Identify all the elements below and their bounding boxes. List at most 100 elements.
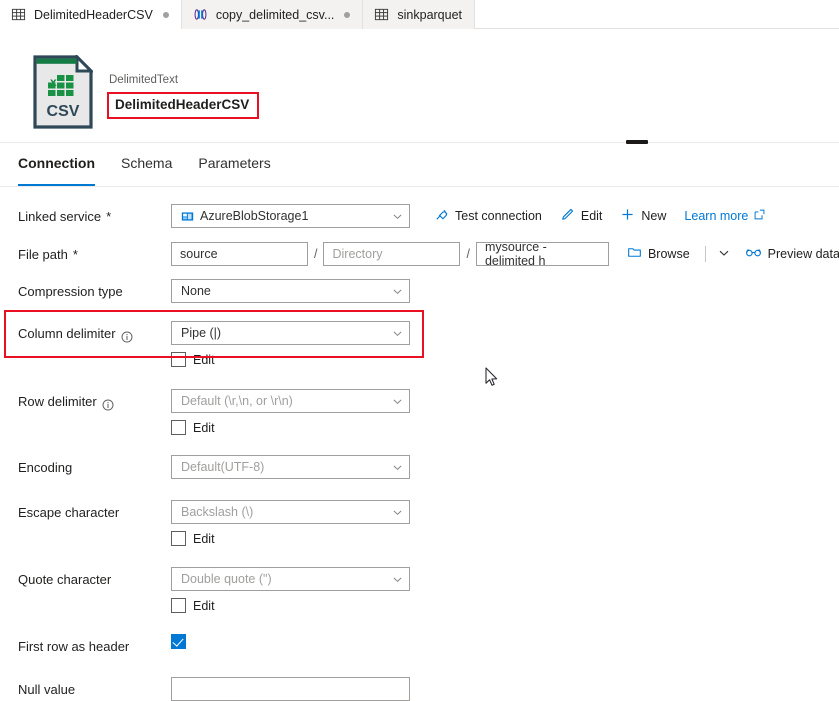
row-delimiter-field: Default (\r,\n, or \r\n) Edit bbox=[171, 389, 410, 435]
file-path-file-value: mysource - delimited h bbox=[484, 240, 547, 268]
panel-resize-handle[interactable] bbox=[626, 140, 648, 144]
escape-character-dropdown[interactable]: Backslash (\) bbox=[171, 500, 410, 524]
tab-schema[interactable]: Schema bbox=[121, 155, 172, 186]
column-delimiter-edit-checkbox[interactable] bbox=[171, 352, 186, 367]
compression-type-dropdown[interactable]: None bbox=[171, 279, 410, 303]
required-asterisk: * bbox=[72, 247, 78, 262]
required-asterisk: * bbox=[106, 209, 112, 224]
file-path-directory-input[interactable]: Directory bbox=[323, 242, 461, 266]
file-path-container-input[interactable]: source bbox=[171, 242, 308, 266]
file-path-label-text: File path bbox=[18, 247, 68, 262]
file-path-container-value: source bbox=[180, 247, 218, 261]
linked-service-label-text: Linked service bbox=[18, 209, 102, 224]
row-row-delimiter: Row delimiter Default (\r,\n, or \r\n) E… bbox=[0, 389, 839, 435]
escape-character-edit-row: Edit bbox=[171, 531, 410, 546]
compression-type-value: None bbox=[181, 284, 211, 298]
new-linked-service-button[interactable]: New bbox=[611, 204, 675, 228]
dataset-name-highlight: DelimitedHeaderCSV bbox=[107, 92, 260, 119]
pencil-icon bbox=[560, 207, 575, 225]
path-separator: / bbox=[314, 247, 318, 261]
copy-activity-icon bbox=[193, 7, 208, 22]
quote-character-value: Double quote (") bbox=[181, 572, 272, 586]
row-delimiter-edit-checkbox[interactable] bbox=[171, 420, 186, 435]
tab-parameters[interactable]: Parameters bbox=[198, 155, 270, 186]
linked-service-dropdown[interactable]: AzureBlobStorage1 bbox=[171, 204, 410, 228]
row-delimiter-label: Row delimiter bbox=[18, 389, 171, 413]
table-icon bbox=[11, 7, 26, 22]
encoding-label-text: Encoding bbox=[18, 460, 73, 475]
compression-type-label: Compression type bbox=[18, 279, 171, 303]
escape-character-label-text: Escape character bbox=[18, 505, 120, 520]
test-connection-label: Test connection bbox=[455, 209, 542, 223]
chevron-down-icon bbox=[718, 247, 730, 262]
preview-data-button[interactable]: Preview data bbox=[736, 242, 839, 266]
escape-character-edit-checkbox[interactable] bbox=[171, 531, 186, 546]
new-linked-service-label: New bbox=[641, 209, 667, 223]
file-path-directory-placeholder: Directory bbox=[332, 247, 383, 261]
file-path-file-input[interactable]: mysource - delimited h bbox=[475, 240, 609, 268]
row-delimiter-dropdown[interactable]: Default (\r,\n, or \r\n) bbox=[171, 389, 410, 413]
chevron-down-icon bbox=[392, 507, 403, 518]
folder-icon bbox=[627, 245, 642, 263]
editor-tab-label: sinkparquet bbox=[397, 7, 463, 22]
editor-tab-copy-delimited-csv[interactable]: copy_delimited_csv... bbox=[181, 0, 364, 29]
test-connection-button[interactable]: Test connection bbox=[425, 204, 551, 228]
quote-character-edit-checkbox[interactable] bbox=[171, 598, 186, 613]
edit-linked-service-button[interactable]: Edit bbox=[551, 204, 612, 228]
editor-tab-label: copy_delimited_csv... bbox=[215, 7, 335, 22]
first-row-as-header-label-text: First row as header bbox=[18, 639, 130, 654]
chevron-down-icon bbox=[392, 328, 403, 339]
file-path-label: File path * bbox=[18, 242, 171, 266]
path-separator: / bbox=[466, 247, 470, 261]
row-delimiter-label-text: Row delimiter bbox=[18, 394, 97, 409]
column-delimiter-value: Pipe (|) bbox=[181, 326, 222, 340]
tab-schema-label: Schema bbox=[121, 155, 173, 171]
learn-more-link[interactable]: Learn more bbox=[675, 204, 774, 228]
quote-character-edit-row: Edit bbox=[171, 598, 410, 613]
mouse-pointer bbox=[485, 367, 499, 387]
escape-character-value: Backslash (\) bbox=[181, 505, 254, 519]
external-link-icon bbox=[754, 209, 765, 223]
column-delimiter-field: Pipe (|) Edit bbox=[171, 321, 410, 367]
panel-divider bbox=[0, 140, 839, 144]
tab-connection[interactable]: Connection bbox=[18, 155, 95, 186]
encoding-dropdown[interactable]: Default(UTF-8) bbox=[171, 455, 410, 479]
info-icon[interactable] bbox=[121, 328, 133, 343]
column-delimiter-dropdown[interactable]: Pipe (|) bbox=[171, 321, 410, 345]
compression-type-label-text: Compression type bbox=[18, 284, 123, 299]
divider-line bbox=[0, 142, 839, 143]
browse-button[interactable]: Browse bbox=[618, 242, 699, 266]
unsaved-indicator-dot bbox=[344, 11, 351, 18]
null-value-input[interactable] bbox=[171, 677, 410, 701]
quote-character-edit-label: Edit bbox=[193, 598, 215, 613]
editor-tab-label: DelimitedHeaderCSV bbox=[34, 7, 153, 22]
dataset-header-texts: DelimitedText DelimitedHeaderCSV bbox=[107, 55, 260, 119]
glasses-icon bbox=[745, 245, 762, 263]
plus-icon bbox=[620, 207, 635, 225]
editor-tab-delimitedheadercsv[interactable]: DelimitedHeaderCSV bbox=[0, 0, 182, 29]
row-null-value: Null value bbox=[0, 677, 839, 701]
dataset-type-label: DelimitedText bbox=[109, 74, 179, 86]
column-delimiter-edit-label: Edit bbox=[193, 352, 215, 367]
info-icon[interactable] bbox=[102, 396, 114, 411]
chevron-down-icon bbox=[392, 211, 403, 222]
learn-more-label: Learn more bbox=[684, 209, 749, 223]
row-escape-character: Escape character Backslash (\) Edit bbox=[0, 500, 839, 546]
command-separator bbox=[704, 246, 706, 262]
browse-label: Browse bbox=[647, 247, 690, 261]
first-row-as-header-checkbox[interactable] bbox=[171, 634, 186, 649]
escape-character-edit-label: Edit bbox=[193, 531, 215, 546]
chevron-down-icon bbox=[392, 462, 403, 473]
row-quote-character: Quote character Double quote (") Edit bbox=[0, 567, 839, 613]
preview-data-label: Preview data bbox=[767, 247, 839, 261]
row-delimiter-edit-row: Edit bbox=[171, 420, 410, 435]
linked-service-controls: AzureBlobStorage1 Test connection Edit N… bbox=[171, 204, 774, 228]
quote-character-label-text: Quote character bbox=[18, 572, 112, 587]
row-column-delimiter: Column delimiter Pipe (|) Edit bbox=[0, 321, 839, 367]
properties-pivot: Connection Schema Parameters bbox=[0, 143, 839, 187]
browse-dropdown-button[interactable] bbox=[712, 242, 736, 266]
editor-tab-sinkparquet[interactable]: sinkparquet bbox=[363, 0, 476, 29]
quote-character-dropdown[interactable]: Double quote (") bbox=[171, 567, 410, 591]
chevron-down-icon bbox=[392, 286, 403, 297]
row-file-path: File path * source / Directory / mysourc… bbox=[0, 240, 839, 268]
